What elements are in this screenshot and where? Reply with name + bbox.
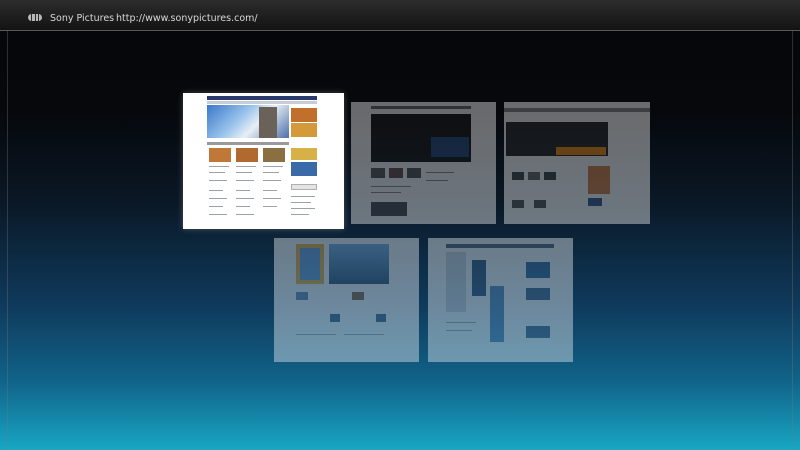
thumb-text-line xyxy=(371,192,401,193)
left-edge-divider xyxy=(7,31,8,450)
thumb-tile xyxy=(371,202,407,216)
thumb-text-line xyxy=(263,198,281,199)
thumb-text-line xyxy=(291,208,315,209)
thumb-text-line xyxy=(209,198,227,199)
thumb-text-line xyxy=(209,190,223,191)
thumb-header xyxy=(446,244,554,248)
thumb-text-line xyxy=(263,166,283,167)
thumb-product xyxy=(588,198,602,206)
thumb-product xyxy=(534,200,546,208)
thumb-search-box xyxy=(291,184,317,190)
tab-thumbnail-4[interactable] xyxy=(274,238,419,362)
thumb-text-line xyxy=(209,172,225,173)
thumb-text-line xyxy=(446,330,472,331)
thumb-nav xyxy=(207,101,317,104)
thumb-ad-top xyxy=(291,108,317,122)
thumb-text-line xyxy=(236,166,256,167)
page-title: Sony Pictures xyxy=(50,13,115,24)
tab-thumbnail-2[interactable] xyxy=(351,102,496,224)
thumb-text-line xyxy=(291,214,309,215)
thumb-poster-4 xyxy=(291,148,317,160)
thumb-text-line xyxy=(209,166,229,167)
thumb-product xyxy=(512,200,524,208)
thumb-frame-inner xyxy=(300,248,320,280)
thumb-tile xyxy=(526,326,550,338)
thumb-promo-image xyxy=(588,166,610,194)
thumb-ad-mid xyxy=(291,123,317,137)
thumb-text-line xyxy=(291,196,315,197)
thumb-product xyxy=(528,172,540,180)
thumb-hero-image xyxy=(472,260,486,296)
thumb-text-line xyxy=(236,214,254,215)
thumb-text-line xyxy=(236,198,254,199)
thumb-poster-1 xyxy=(209,148,231,162)
thumb-text-line xyxy=(209,180,227,181)
globe-icon[interactable] xyxy=(28,14,42,21)
thumb-column xyxy=(490,286,504,342)
thumb-header xyxy=(207,96,317,100)
thumb-section-bar xyxy=(207,142,289,145)
thumb-tile xyxy=(526,288,550,300)
thumb-text-line xyxy=(236,206,250,207)
thumb-tile xyxy=(352,292,364,300)
thumb-text-line xyxy=(426,172,454,173)
tab-thumbnail-sony-pictures[interactable] xyxy=(183,93,344,229)
thumb-text-line xyxy=(263,172,279,173)
thumb-text-line xyxy=(426,180,448,181)
thumb-tile xyxy=(330,314,340,322)
address-url[interactable]: http://www.sonypictures.com/ xyxy=(116,13,258,24)
thumb-banner-person xyxy=(259,107,277,138)
thumb-text-line xyxy=(236,172,252,173)
thumb-poster-3 xyxy=(263,148,285,162)
thumb-poster-2 xyxy=(236,148,258,162)
thumb-sidebar xyxy=(446,252,466,312)
tab-thumbnail-3[interactable] xyxy=(504,102,650,224)
browser-top-bar: Sony Pictures http://www.sonypictures.co… xyxy=(0,0,800,31)
thumb-text-line xyxy=(446,322,476,323)
thumb-hero-accent xyxy=(556,147,606,155)
thumb-tile xyxy=(407,168,421,178)
thumb-text-line xyxy=(236,190,250,191)
right-edge-divider xyxy=(792,31,793,450)
thumb-text-line xyxy=(209,214,227,215)
thumb-promo xyxy=(291,162,317,176)
thumb-text-line xyxy=(371,186,411,187)
thumb-text-line xyxy=(263,180,281,181)
thumb-tile xyxy=(376,314,386,322)
tab-thumbnail-5[interactable] xyxy=(428,238,573,362)
thumb-product xyxy=(512,172,524,180)
thumb-text-line xyxy=(291,202,311,203)
thumb-hero-device xyxy=(431,137,469,157)
thumb-text-line xyxy=(236,180,254,181)
thumb-text-line xyxy=(344,334,384,335)
thumb-header xyxy=(504,108,650,112)
thumb-tile xyxy=(389,168,403,178)
thumb-product xyxy=(544,172,556,180)
thumb-text-line xyxy=(209,206,223,207)
thumb-text-line xyxy=(263,206,277,207)
thumb-text-line xyxy=(263,190,277,191)
thumb-text-line xyxy=(296,334,336,335)
thumb-header xyxy=(371,106,471,109)
thumb-hero-image xyxy=(329,244,389,284)
thumb-banner xyxy=(526,262,550,278)
thumb-tile xyxy=(371,168,385,178)
thumb-tile xyxy=(296,292,308,300)
